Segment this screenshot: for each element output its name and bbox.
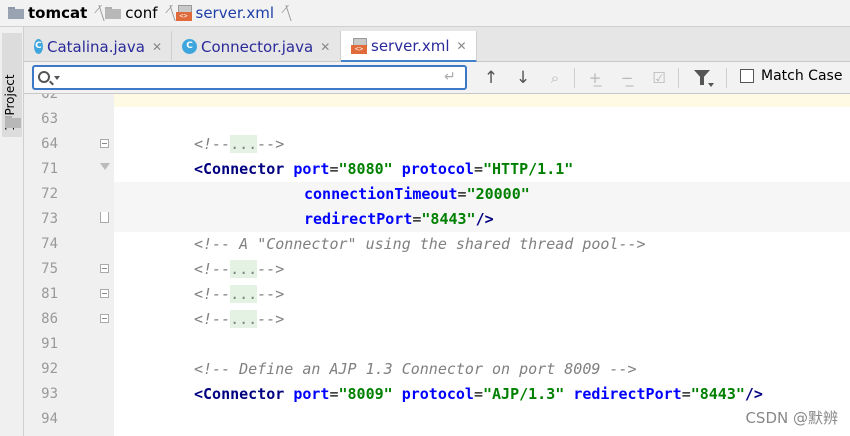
code-text: <!--...--> [194, 135, 285, 153]
breadcrumb-folder[interactable]: conf [105, 0, 158, 27]
folded-region[interactable]: ... [230, 135, 258, 153]
breadcrumb-file[interactable]: server.xml [175, 0, 275, 27]
folded-region[interactable]: ... [230, 260, 258, 278]
line-number: 86 [41, 311, 58, 327]
breadcrumb-separator [91, 0, 101, 27]
code-text: <!--...--> [194, 310, 285, 328]
code-text: <!--...--> [194, 285, 285, 303]
folder-icon [105, 7, 122, 19]
search-history-dropdown-icon[interactable] [54, 76, 60, 80]
fold-toggle[interactable] [100, 314, 109, 323]
code-line: 74 <!-- A "Connector" using the shared t… [24, 232, 850, 257]
toolbar-divider [574, 68, 575, 88]
filter-icon[interactable] [694, 70, 710, 85]
line-number: 63 [41, 111, 58, 127]
code-line: 63 [24, 107, 850, 132]
tab-server-xml[interactable]: server.xml ✕ [341, 31, 477, 63]
line-number: 62 [41, 94, 58, 102]
code-comment: <!-- A "Connector" using the shared thre… [194, 235, 646, 253]
add-occurrence-button[interactable]: +̲ [584, 67, 606, 89]
folded-region[interactable]: ... [230, 310, 258, 328]
line-number: 71 [41, 161, 58, 177]
code-line: 81 <!--...--> [24, 282, 850, 307]
new-line-icon[interactable]: ↵ [444, 69, 456, 85]
find-toolbar: ↵ ↑ ↓ ⌕ +̲ −̲ ☑ Match Case [24, 62, 850, 94]
remove-occurrence-button[interactable]: −̲ [616, 67, 638, 89]
editor-tab-bar: C Catalina.java ✕ C Connector.java ✕ ser… [24, 27, 850, 63]
code-text: redirectPort="8443"/> [304, 210, 494, 228]
fold-toggle[interactable] [100, 139, 109, 148]
breadcrumb-project-label: tomcat [28, 4, 88, 22]
xml-file-icon [351, 37, 367, 54]
code-line: 71 <Connector port="8080" protocol="HTTP… [24, 157, 850, 182]
line-number: 92 [41, 361, 58, 377]
tab-label: Connector.java [201, 37, 314, 56]
left-tool-strip: 1: Project [0, 27, 24, 436]
fold-toggle[interactable] [100, 289, 109, 298]
select-occurrences-button[interactable]: ☑ [648, 67, 670, 89]
code-line: 91 [24, 332, 850, 357]
breadcrumb-project[interactable]: tomcat [8, 0, 87, 27]
select-all-occurrences-button[interactable]: ⌕ [544, 67, 566, 89]
code-text: <Connector port="8080" protocol="HTTP/1.… [194, 160, 574, 178]
watermark: CSDN @默辨 [745, 409, 838, 427]
navigation-bar: tomcat conf server.xml [0, 0, 850, 27]
code-line: 75 <!--...--> [24, 257, 850, 282]
line-number: 91 [41, 336, 58, 352]
code-line: 92 <!-- Define an AJP 1.3 Connector on p… [24, 357, 850, 382]
tab-connector-java[interactable]: C Connector.java ✕ [172, 31, 341, 62]
line-number: 75 [41, 261, 58, 277]
code-text: <!--...--> [194, 260, 285, 278]
tab-label: Catalina.java [46, 37, 145, 56]
code-line: 93 <Connector port="8009" protocol="AJP/… [24, 382, 850, 407]
line-number: 94 [41, 411, 58, 427]
match-case-label[interactable]: Match Case [761, 68, 842, 84]
code-line: 64 <!--...--> [24, 132, 850, 157]
toolbar-divider [726, 68, 727, 88]
code-text: <Connector port="8009" protocol="AJP/1.3… [194, 385, 763, 403]
toolbar-divider [678, 68, 679, 88]
line-number: 81 [41, 286, 58, 302]
code-comment: <!-- Define an AJP 1.3 Connector on port… [194, 360, 637, 378]
folded-region[interactable]: ... [230, 285, 258, 303]
code-line: 86 <!--...--> [24, 307, 850, 332]
close-icon[interactable]: ✕ [320, 40, 330, 54]
xml-file-icon [175, 5, 192, 21]
code-line: 62 [24, 94, 850, 107]
filter-dropdown-icon[interactable] [708, 83, 714, 87]
breadcrumb-folder-label: conf [125, 4, 158, 22]
code-editor[interactable]: 62 63 64 <!--...--> 71 <Connector port="… [24, 94, 850, 436]
fold-toggle[interactable] [100, 264, 109, 273]
search-input[interactable] [32, 65, 467, 90]
line-number: 74 [41, 236, 58, 252]
current-line-highlight [114, 94, 850, 107]
code-line: 94 [24, 407, 850, 432]
breadcrumb-separator [278, 0, 288, 27]
close-icon[interactable]: ✕ [457, 39, 467, 53]
folder-icon [5, 116, 21, 128]
breadcrumb-separator [162, 0, 172, 27]
line-number: 64 [41, 136, 58, 152]
line-number: 93 [41, 386, 58, 402]
fold-end-icon[interactable] [100, 212, 109, 223]
match-case-checkbox[interactable] [740, 69, 754, 83]
next-occurrence-button[interactable]: ↓ [514, 67, 532, 89]
class-icon: C [182, 39, 197, 54]
line-number: 72 [41, 186, 58, 202]
close-icon[interactable]: ✕ [152, 40, 162, 54]
code-line: 73 redirectPort="8443"/> [24, 207, 850, 232]
tab-label: server.xml [371, 36, 450, 55]
previous-occurrence-button[interactable]: ↑ [482, 67, 500, 89]
project-folder-icon [8, 7, 24, 19]
fold-start-icon[interactable] [100, 163, 110, 170]
class-icon: C [34, 39, 43, 54]
line-number: 73 [41, 211, 58, 227]
breadcrumb-file-label: server.xml [195, 4, 275, 22]
code-line: 72 connectionTimeout="20000" [24, 182, 850, 207]
code-text: connectionTimeout="20000" [304, 185, 530, 203]
search-icon[interactable] [38, 71, 50, 83]
tab-catalina-java[interactable]: C Catalina.java ✕ [24, 31, 172, 62]
